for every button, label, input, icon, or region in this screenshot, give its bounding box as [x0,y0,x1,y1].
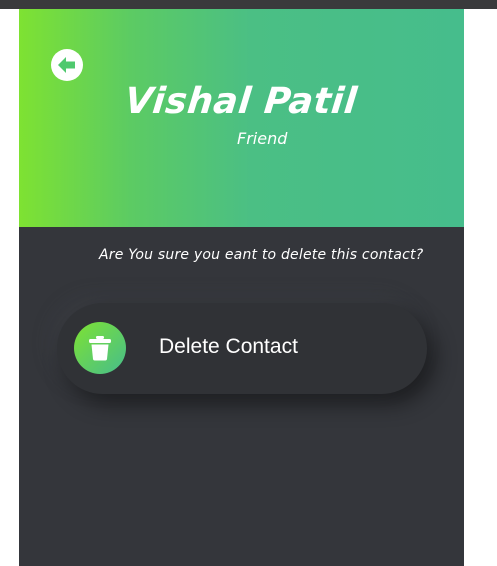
contact-relation: Friend [237,129,288,148]
contact-delete-screen: Vishal Patil Friend Are You sure you ean… [19,9,464,566]
contact-header: Vishal Patil Friend [19,9,464,227]
delete-contact-label: Delete Contact [159,335,298,358]
top-strip [0,0,497,9]
trash-icon [89,336,111,361]
contact-name: Vishal Patil [123,81,360,122]
confirm-message: Are You sure you eant to delete this con… [99,247,424,263]
back-button[interactable] [51,49,83,81]
delete-icon-badge [74,322,126,374]
arrow-left-icon [58,57,75,73]
delete-contact-button[interactable]: Delete Contact [57,303,427,394]
